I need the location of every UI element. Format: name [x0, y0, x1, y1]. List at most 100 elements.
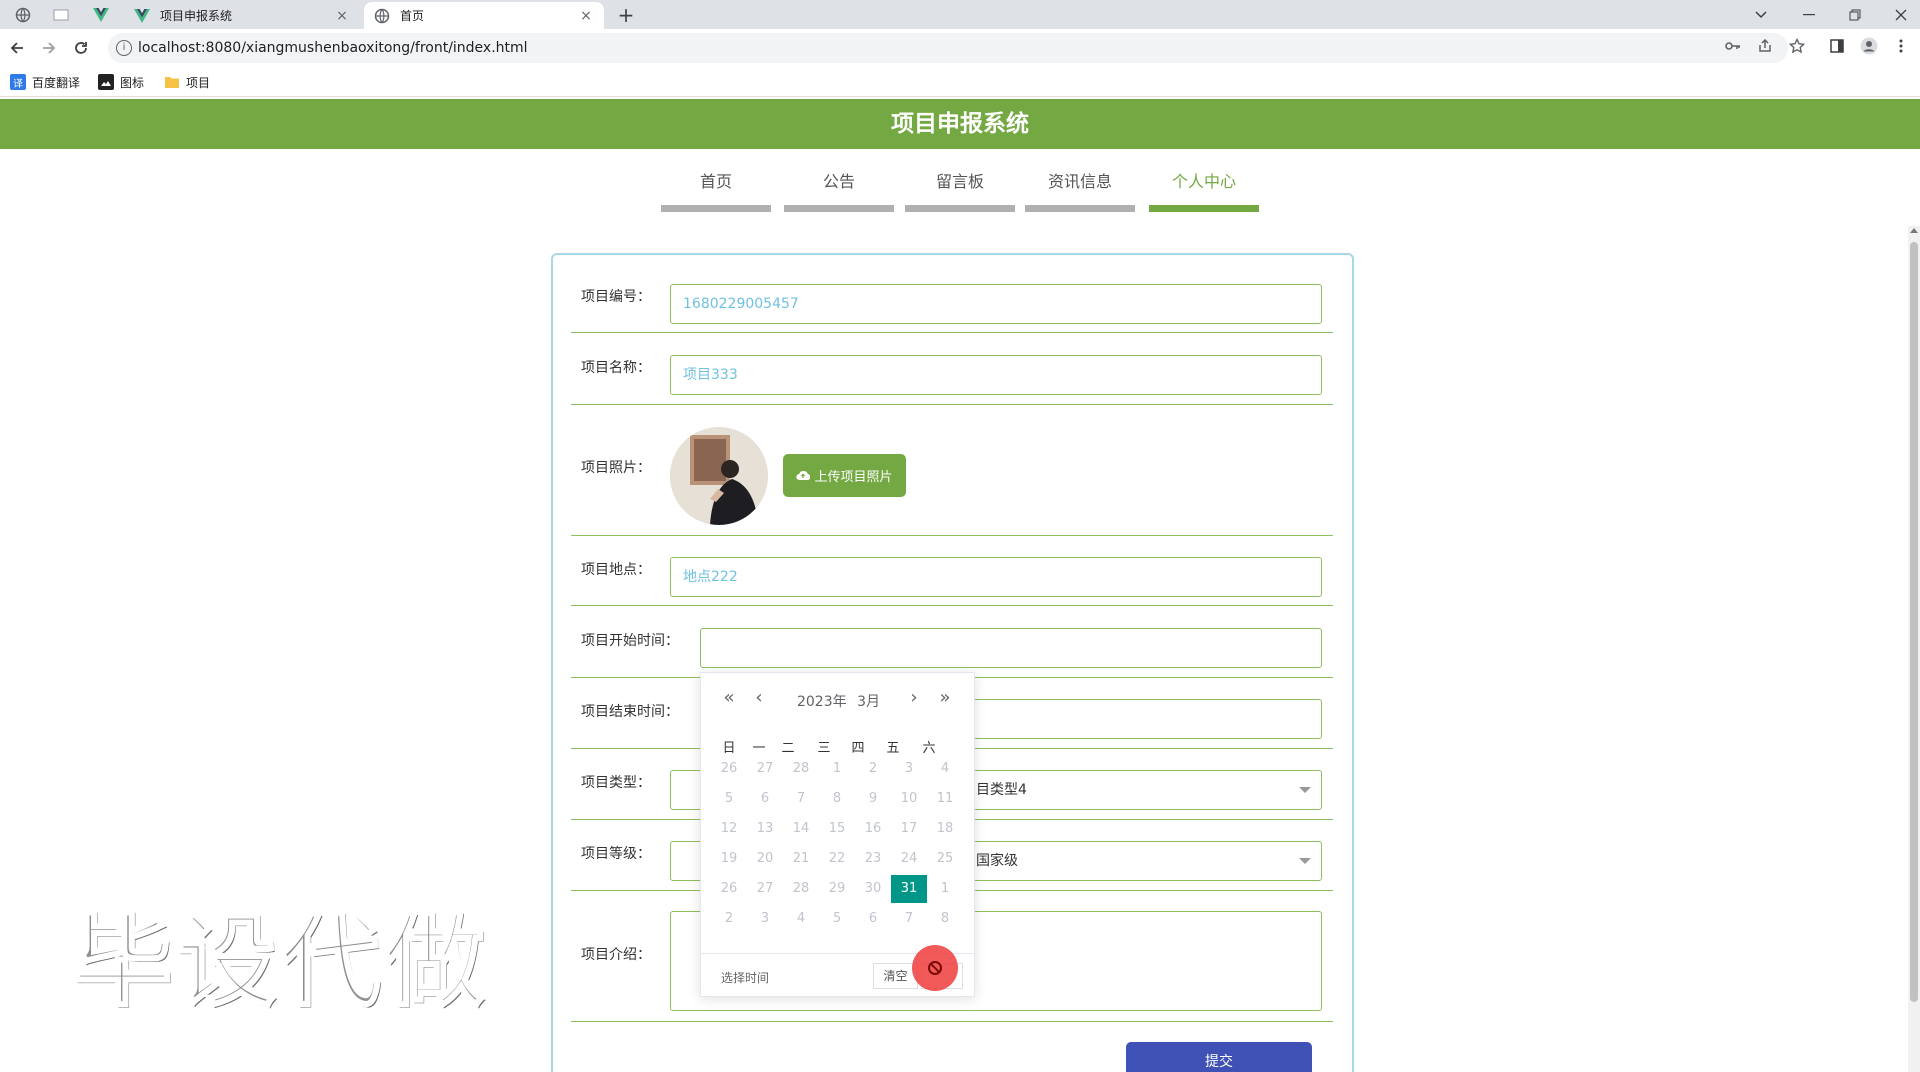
- calendar-day[interactable]: 22: [819, 845, 855, 873]
- calendar-day[interactable]: 18: [927, 815, 963, 843]
- next-year-icon[interactable]: »: [935, 687, 955, 708]
- calendar-day[interactable]: 17: [891, 815, 927, 843]
- page-scrollbar[interactable]: [1908, 226, 1920, 1072]
- calendar-day[interactable]: 8: [819, 785, 855, 813]
- calendar-day[interactable]: 27: [747, 875, 783, 903]
- calendar-day[interactable]: 26: [711, 755, 747, 783]
- calendar-day[interactable]: 21: [783, 845, 819, 873]
- calendar-day[interactable]: 20: [747, 845, 783, 873]
- weekday-header: 五: [886, 741, 900, 756]
- select-time-link[interactable]: 选择时间: [721, 969, 769, 986]
- nav-news[interactable]: 资讯信息: [1025, 168, 1135, 212]
- upload-photo-button[interactable]: 上传项目照片: [783, 454, 906, 497]
- calendar-day[interactable]: 25: [927, 845, 963, 873]
- vue-logo-icon[interactable]: [86, 4, 116, 26]
- bookmark-icons[interactable]: 图标: [98, 72, 144, 92]
- calendar-day[interactable]: 26: [711, 875, 747, 903]
- calendar-day[interactable]: 23: [855, 845, 891, 873]
- nav-underline: [661, 205, 771, 212]
- nav-home[interactable]: 首页: [661, 168, 771, 212]
- calendar-day[interactable]: 29: [819, 875, 855, 903]
- calendar-day[interactable]: 27: [747, 755, 783, 783]
- nav-underline: [1149, 205, 1259, 212]
- close-icon[interactable]: ×: [334, 8, 350, 24]
- project-photo[interactable]: [670, 427, 768, 525]
- scroll-up-icon[interactable]: [1910, 228, 1918, 233]
- calendar-day[interactable]: 5: [711, 785, 747, 813]
- globe-icon[interactable]: [8, 4, 38, 26]
- side-panel-icon[interactable]: [1826, 35, 1848, 57]
- profile-avatar-icon[interactable]: [1858, 35, 1880, 57]
- more-menu-icon[interactable]: [1890, 35, 1912, 57]
- calendar-day[interactable]: 1: [819, 755, 855, 783]
- calendar-day[interactable]: 28: [783, 755, 819, 783]
- calendar-day[interactable]: 6: [747, 785, 783, 813]
- close-icon[interactable]: ×: [578, 8, 594, 24]
- calendar-day[interactable]: 24: [891, 845, 927, 873]
- close-window-icon[interactable]: [1878, 0, 1920, 29]
- star-icon[interactable]: [1786, 35, 1808, 57]
- upload-photo-label: 上传项目照片: [814, 470, 893, 485]
- calendar-day[interactable]: 5: [819, 905, 855, 933]
- url-text: localhost:8080/xiangmushenbaoxitong/fron…: [138, 40, 528, 56]
- calendar-day[interactable]: 2: [711, 905, 747, 933]
- address-bar[interactable]: i localhost:8080/xiangmushenbaoxitong/fr…: [108, 33, 1788, 63]
- project-location-input[interactable]: 地点222: [670, 557, 1322, 597]
- row-divider: [571, 1021, 1333, 1022]
- new-tab-button[interactable]: +: [614, 3, 638, 27]
- next-month-icon[interactable]: ›: [904, 687, 924, 708]
- back-arrow-icon[interactable]: [4, 35, 30, 61]
- calendar-day[interactable]: 4: [927, 755, 963, 783]
- bookmark-project-folder[interactable]: 项目: [164, 72, 210, 92]
- calendar-day[interactable]: 10: [891, 785, 927, 813]
- tab-home[interactable]: 首页 ×: [364, 2, 604, 29]
- project-number-input[interactable]: 1680229005457: [670, 284, 1322, 324]
- info-icon[interactable]: i: [116, 40, 132, 56]
- calendar-day[interactable]: 7: [783, 785, 819, 813]
- calendar-day[interactable]: 1: [927, 875, 963, 903]
- calendar-day[interactable]: 9: [855, 785, 891, 813]
- restore-icon[interactable]: [1832, 0, 1878, 29]
- calendar-day[interactable]: 14: [783, 815, 819, 843]
- calendar-day[interactable]: 12: [711, 815, 747, 843]
- picker-month[interactable]: 3月: [857, 694, 880, 710]
- calendar-day[interactable]: 19: [711, 845, 747, 873]
- project-name-input[interactable]: 项目333: [670, 355, 1322, 395]
- calendar-day[interactable]: 30: [855, 875, 891, 903]
- calendar-day[interactable]: 16: [855, 815, 891, 843]
- nav-message-board[interactable]: 留言板: [905, 168, 1015, 212]
- nav-personal-center[interactable]: 个人中心: [1149, 168, 1259, 212]
- image-icon: [98, 74, 114, 90]
- tab-project-system[interactable]: 项目申报系统 ×: [124, 2, 360, 29]
- minimize-icon[interactable]: [1786, 0, 1832, 29]
- calendar-day[interactable]: 6: [855, 905, 891, 933]
- calendar-day[interactable]: 15: [819, 815, 855, 843]
- calendar-day[interactable]: 28: [783, 875, 819, 903]
- calendar-day[interactable]: 7: [891, 905, 927, 933]
- project-location-label: 项目地点：: [581, 562, 651, 578]
- forward-arrow-icon[interactable]: [36, 35, 62, 61]
- tab-search-icon[interactable]: [1738, 0, 1784, 29]
- calendar-day[interactable]: 31: [891, 875, 927, 903]
- share-icon[interactable]: [1754, 35, 1776, 57]
- calendar-day[interactable]: 8: [927, 905, 963, 933]
- picker-year[interactable]: 2023年: [797, 694, 847, 710]
- scrollbar-thumb[interactable]: [1910, 242, 1918, 1002]
- calendar-day[interactable]: 11: [927, 785, 963, 813]
- globe-icon: [374, 8, 390, 24]
- start-time-input[interactable]: [700, 628, 1322, 668]
- key-icon[interactable]: [1722, 35, 1744, 57]
- calendar-day[interactable]: 3: [891, 755, 927, 783]
- nav-label: 留言板: [935, 172, 984, 191]
- calendar-day[interactable]: 4: [783, 905, 819, 933]
- submit-button[interactable]: 提交: [1126, 1042, 1312, 1072]
- bookmark-label: 项目: [186, 75, 211, 90]
- nav-label: 公告: [822, 172, 855, 191]
- bookmark-baidu-translate[interactable]: 译 百度翻译: [10, 72, 80, 92]
- calendar-day[interactable]: 3: [747, 905, 783, 933]
- blank-page-icon[interactable]: [46, 4, 76, 26]
- calendar-day[interactable]: 2: [855, 755, 891, 783]
- nav-announcements[interactable]: 公告: [784, 168, 894, 212]
- reload-icon[interactable]: [68, 35, 94, 61]
- calendar-day[interactable]: 13: [747, 815, 783, 843]
